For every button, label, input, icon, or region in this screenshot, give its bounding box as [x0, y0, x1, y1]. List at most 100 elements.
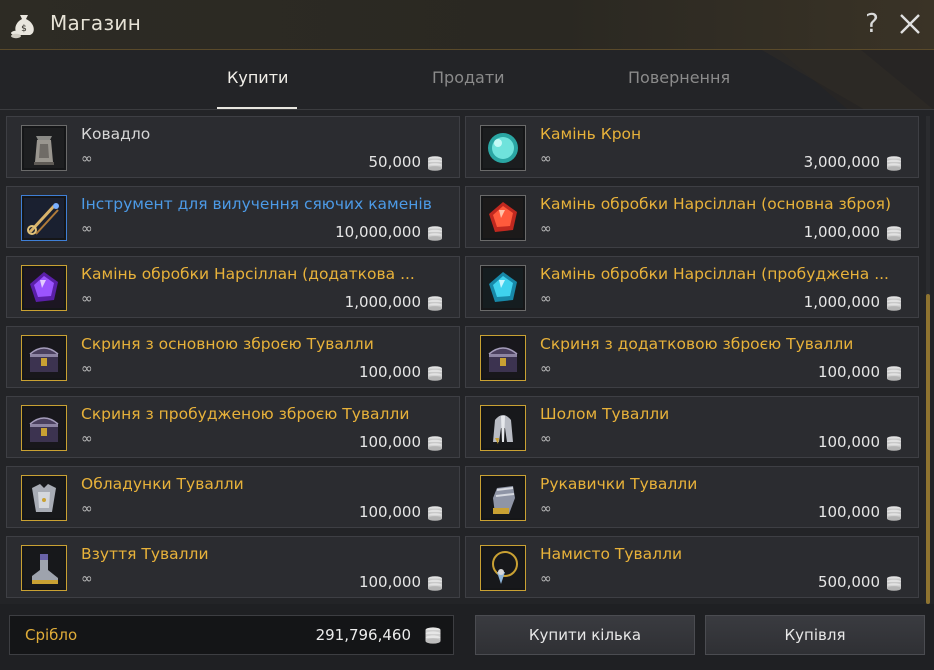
shop-item-card[interactable]: Скриня з основною зброєю Тувалли ∞ 100,000	[6, 326, 460, 388]
item-icon-frame	[21, 335, 67, 381]
shop-item-card[interactable]: Скриня з пробудженою зброєю Тувалли ∞ 100,…	[6, 396, 460, 458]
extraction-tool-icon	[24, 198, 64, 238]
item-icon-frame	[21, 545, 67, 591]
silver-value: 291,796,460	[315, 626, 411, 644]
title-bar[interactable]: $ Магазин ?	[0, 0, 934, 50]
shop-item-card[interactable]: Намисто Тувалли ∞ 500,000	[465, 536, 919, 598]
item-price: 1,000,000	[803, 223, 880, 241]
chest-icon	[24, 338, 64, 378]
item-price: 100,000	[358, 503, 421, 521]
item-quantity: ∞	[81, 571, 93, 587]
item-quantity: ∞	[540, 361, 552, 377]
item-icon-frame	[21, 265, 67, 311]
item-quantity: ∞	[81, 221, 93, 237]
item-quantity: ∞	[540, 151, 552, 167]
footer-bar: Срібло 291,796,460 Купити кілька Купівля	[0, 604, 934, 670]
item-price: 100,000	[358, 573, 421, 591]
tab-buy[interactable]: Купити	[227, 68, 288, 87]
item-icon-frame	[480, 405, 526, 451]
item-quantity: ∞	[540, 431, 552, 447]
item-name: Камінь обробки Нарсіллан (додаткова ...	[81, 265, 415, 283]
item-name: Скриня з пробудженою зброєю Тувалли	[81, 405, 410, 423]
silver-coin-icon	[887, 506, 901, 521]
shop-item-card[interactable]: Камінь обробки Нарсіллан (додаткова ... ∞…	[6, 256, 460, 318]
item-quantity: ∞	[81, 361, 93, 377]
item-icon-frame	[480, 195, 526, 241]
item-icon-frame	[480, 335, 526, 381]
anvil-icon	[24, 128, 64, 168]
item-name: Рукавички Тувалли	[540, 475, 698, 493]
item-icon-frame	[480, 545, 526, 591]
item-price: 100,000	[358, 363, 421, 381]
item-icon-frame	[480, 265, 526, 311]
shop-item-card[interactable]: Скриня з додатковою зброєю Тувалли ∞ 100,0…	[465, 326, 919, 388]
item-icon-frame	[21, 125, 67, 171]
item-name: Камінь обробки Нарсіллан (основна зброя)	[540, 195, 890, 213]
helmet-icon	[483, 408, 523, 448]
silver-coin-icon	[428, 506, 442, 521]
shop-item-card[interactable]: Камінь обробки Нарсіллан (пробуджена ...…	[465, 256, 919, 318]
item-quantity: ∞	[540, 501, 552, 517]
chest-icon	[24, 408, 64, 448]
money-bag-icon: $	[11, 15, 34, 39]
shop-item-card[interactable]: Рукавички Тувалли ∞ 100,000	[465, 466, 919, 528]
silver-coin-icon	[428, 436, 442, 451]
silver-coin-icon	[425, 627, 441, 644]
scrollbar-thumb[interactable]	[926, 294, 930, 604]
item-price: 100,000	[817, 433, 880, 451]
item-price: 100,000	[358, 433, 421, 451]
purchase-button[interactable]: Купівля	[705, 615, 925, 655]
item-name: Взуття Тувалли	[81, 545, 209, 563]
silver-coin-icon	[887, 156, 901, 171]
item-price: 500,000	[817, 573, 880, 591]
silver-coin-icon	[428, 156, 442, 171]
item-price: 100,000	[817, 363, 880, 381]
buy-multiple-button[interactable]: Купити кілька	[475, 615, 695, 655]
tab-sell[interactable]: Продати	[432, 68, 505, 87]
shop-item-card[interactable]: Камінь Крон ∞ 3,000,000	[465, 116, 919, 178]
close-icon[interactable]	[896, 10, 924, 38]
cron-stone-icon	[483, 128, 523, 168]
item-quantity: ∞	[540, 571, 552, 587]
necklace-icon	[483, 548, 523, 588]
item-name: Камінь обробки Нарсіллан (пробуджена ...	[540, 265, 889, 283]
shop-item-card[interactable]: Взуття Тувалли ∞ 100,000	[6, 536, 460, 598]
item-icon-frame	[21, 405, 67, 451]
item-price: 1,000,000	[344, 293, 421, 311]
item-quantity: ∞	[540, 291, 552, 307]
silver-coin-icon	[887, 436, 901, 451]
silver-coin-icon	[887, 226, 901, 241]
item-icon-frame	[21, 475, 67, 521]
item-price: 100,000	[817, 503, 880, 521]
item-icon-frame	[480, 475, 526, 521]
silver-coin-icon	[887, 576, 901, 591]
item-price: 50,000	[368, 153, 422, 171]
item-icon-frame	[21, 195, 67, 241]
item-quantity: ∞	[81, 291, 93, 307]
shoes-icon	[24, 548, 64, 588]
item-quantity: ∞	[81, 151, 93, 167]
tab-returns[interactable]: Повернення	[628, 68, 730, 87]
help-button[interactable]: ?	[858, 8, 886, 40]
item-quantity: ∞	[81, 431, 93, 447]
item-price: 3,000,000	[803, 153, 880, 171]
shop-item-card[interactable]: Ковадло ∞ 50,000	[6, 116, 460, 178]
shop-item-card[interactable]: Обладунки Тувалли ∞ 100,000	[6, 466, 460, 528]
item-name: Скриня з основною зброєю Тувалли	[81, 335, 374, 353]
shop-item-card[interactable]: Шолом Тувалли ∞ 100,000	[465, 396, 919, 458]
tabs-divider	[0, 109, 934, 110]
item-quantity: ∞	[81, 501, 93, 517]
silver-coin-icon	[887, 296, 901, 311]
silver-label: Срібло	[25, 626, 78, 644]
purple-gem-icon	[24, 268, 64, 308]
item-name: Скриня з додатковою зброєю Тувалли	[540, 335, 854, 353]
shop-item-card[interactable]: Інструмент для вилучення сяючих каменів ∞…	[6, 186, 460, 248]
red-gem-icon	[483, 198, 523, 238]
shop-item-card[interactable]: Камінь обробки Нарсіллан (основна зброя)…	[465, 186, 919, 248]
gloves-icon	[483, 478, 523, 518]
tab-bar: Купити Продати Повернення	[0, 50, 934, 110]
window-title: Магазин	[50, 11, 142, 35]
silver-coin-icon	[887, 366, 901, 381]
item-icon-frame	[480, 125, 526, 171]
cyan-gem-icon	[483, 268, 523, 308]
